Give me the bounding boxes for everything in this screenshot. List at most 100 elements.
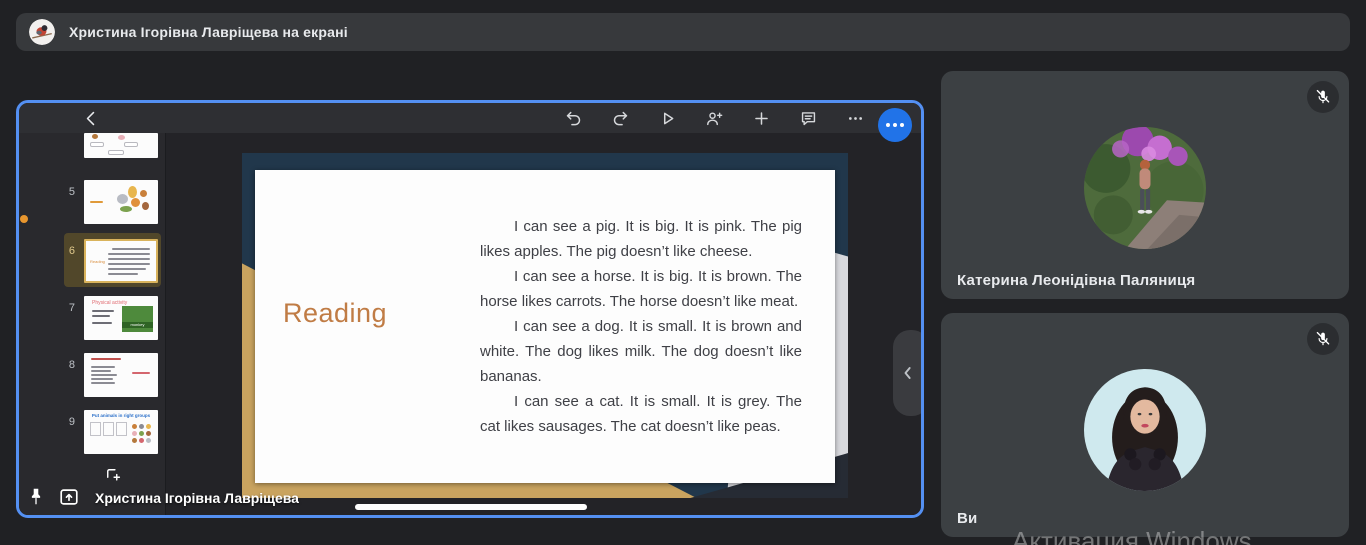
label-box (124, 142, 138, 147)
slide-thumbnail-row[interactable]: 8 (19, 353, 165, 397)
animal-art (146, 431, 151, 436)
mic-muted-badge (1307, 81, 1339, 113)
thumbnail-text-line (108, 263, 150, 265)
thumbnail-text-line (91, 366, 115, 368)
chevron-left-icon (904, 367, 911, 379)
slide-number: 7 (68, 302, 75, 314)
presenter-name-label: Христина Ігорівна Лавріщева (95, 490, 299, 506)
participant-tile[interactable]: Катерина Леонідівна Паляниця (941, 71, 1349, 299)
animal-art (139, 424, 144, 429)
animal-art (118, 135, 125, 140)
thumbnail-text-line (108, 253, 150, 255)
slide-number: 6 (68, 245, 75, 257)
slide-filmstrip: 5 6 Reading 7 Physical activity monkey 8… (19, 133, 166, 515)
present-button[interactable] (653, 104, 681, 132)
table-art (90, 422, 101, 436)
thumbnail-text-line (92, 322, 112, 324)
undo-button[interactable] (559, 104, 587, 132)
mini-slide-title: Reading (90, 259, 105, 264)
slide-thumbnail-row[interactable]: 9 Put animals in right groups (19, 410, 165, 454)
animal-art (132, 431, 137, 436)
animal-art (146, 424, 151, 429)
animal-art (132, 438, 137, 443)
dot-icon (893, 123, 897, 127)
add-tile-button[interactable] (104, 466, 122, 484)
slide-page: Reading I can see a pig. It is big. It i… (255, 170, 835, 483)
animal-art (128, 186, 137, 198)
meet-window: Христина Ігорівна Лавріщева на екрані 5 … (0, 0, 1366, 545)
play-icon (663, 112, 673, 124)
slide-body-text: I can see a pig. It is big. It is pink. … (480, 214, 802, 439)
dot-icon (900, 123, 904, 127)
slide-thumbnail: Reading (84, 239, 158, 283)
thumbnail-text-line (108, 273, 138, 275)
animal-art (139, 431, 144, 436)
horizontal-scrollbar[interactable] (355, 504, 587, 510)
current-slide[interactable]: Reading I can see a pig. It is big. It i… (242, 153, 848, 498)
self-name: Ви (957, 510, 978, 527)
thumbnail-text-line (92, 310, 114, 312)
dot-icon (886, 123, 890, 127)
presenting-banner-text: Христина Ігорівна Лавріщева на екрані (69, 24, 348, 40)
present-box-icon (60, 489, 78, 505)
slide-thumbnail (84, 133, 158, 158)
slide-thumbnail (84, 353, 158, 397)
thumbnail-text-line (91, 370, 111, 372)
comment-button[interactable] (794, 104, 822, 132)
thumbnail-text-line (112, 248, 150, 250)
redo-button[interactable] (606, 104, 634, 132)
slide-thumbnail-row[interactable] (19, 133, 165, 158)
person-add-icon (706, 111, 722, 125)
shared-screen-tile[interactable]: 5 6 Reading 7 Physical activity monkey 8… (16, 100, 924, 518)
thumbnail-text-line (108, 268, 146, 270)
pointer-dot (20, 215, 28, 223)
toolbar-actions (559, 104, 869, 132)
comment-icon (801, 111, 815, 125)
self-avatar (1084, 369, 1206, 491)
add-tile-icon (107, 469, 121, 481)
thumbnail-text-line (108, 258, 150, 260)
slide-thumbnail-row[interactable]: 5 (19, 180, 165, 224)
slide-thumbnail-row-selected[interactable]: 6 Reading (19, 239, 165, 283)
slide-paragraph: I can see a pig. It is big. It is pink. … (480, 218, 802, 260)
presenting-banner: Христина Ігорівна Лавріщева на екрані (16, 13, 1350, 51)
thumbnail-text-line (92, 315, 110, 317)
thumbnail-text-line (91, 374, 117, 376)
animal-art (146, 438, 151, 443)
slide-paragraph: I can see a dog. It is small. It is brow… (480, 318, 802, 385)
avatar-photo (1084, 369, 1206, 491)
more-options-button[interactable] (841, 104, 869, 132)
animal-art (140, 190, 147, 197)
undo-icon (566, 111, 580, 125)
slide-thumbnail-row[interactable]: 7 Physical activity monkey (19, 296, 165, 340)
mini-slide-title: Put animals in right groups (91, 413, 151, 418)
more-actions-fab[interactable] (878, 108, 912, 142)
slide-thumbnail: Physical activity monkey (84, 296, 158, 340)
participant-name: Катерина Леонідівна Паляниця (957, 272, 1196, 289)
present-to-screen-button[interactable] (58, 486, 80, 508)
label-box (90, 142, 104, 147)
participant-avatar (1084, 127, 1206, 249)
plus-icon (754, 111, 768, 125)
slide-number: 8 (68, 359, 75, 371)
slide-number: 9 (68, 416, 75, 428)
animal-art (117, 194, 128, 204)
pin-button[interactable] (25, 486, 47, 508)
three-dots-icon (848, 116, 862, 120)
slide-thumbnail: Put animals in right groups (84, 410, 158, 454)
mic-muted-badge (1307, 323, 1339, 355)
self-tile[interactable]: Ви (941, 313, 1349, 537)
pin-icon (31, 488, 41, 505)
back-button[interactable] (77, 104, 105, 132)
animal-art (92, 134, 98, 139)
thumbnail-text-line (132, 372, 150, 374)
table-art (103, 422, 114, 436)
animal-art (131, 198, 140, 207)
table-art (116, 422, 127, 436)
mic-off-icon (1316, 89, 1330, 104)
add-person-button[interactable] (700, 104, 728, 132)
thumbnail-text-line (91, 382, 115, 384)
insert-button[interactable] (747, 104, 775, 132)
collapse-panel-handle[interactable] (893, 330, 921, 416)
label-box (108, 150, 124, 155)
